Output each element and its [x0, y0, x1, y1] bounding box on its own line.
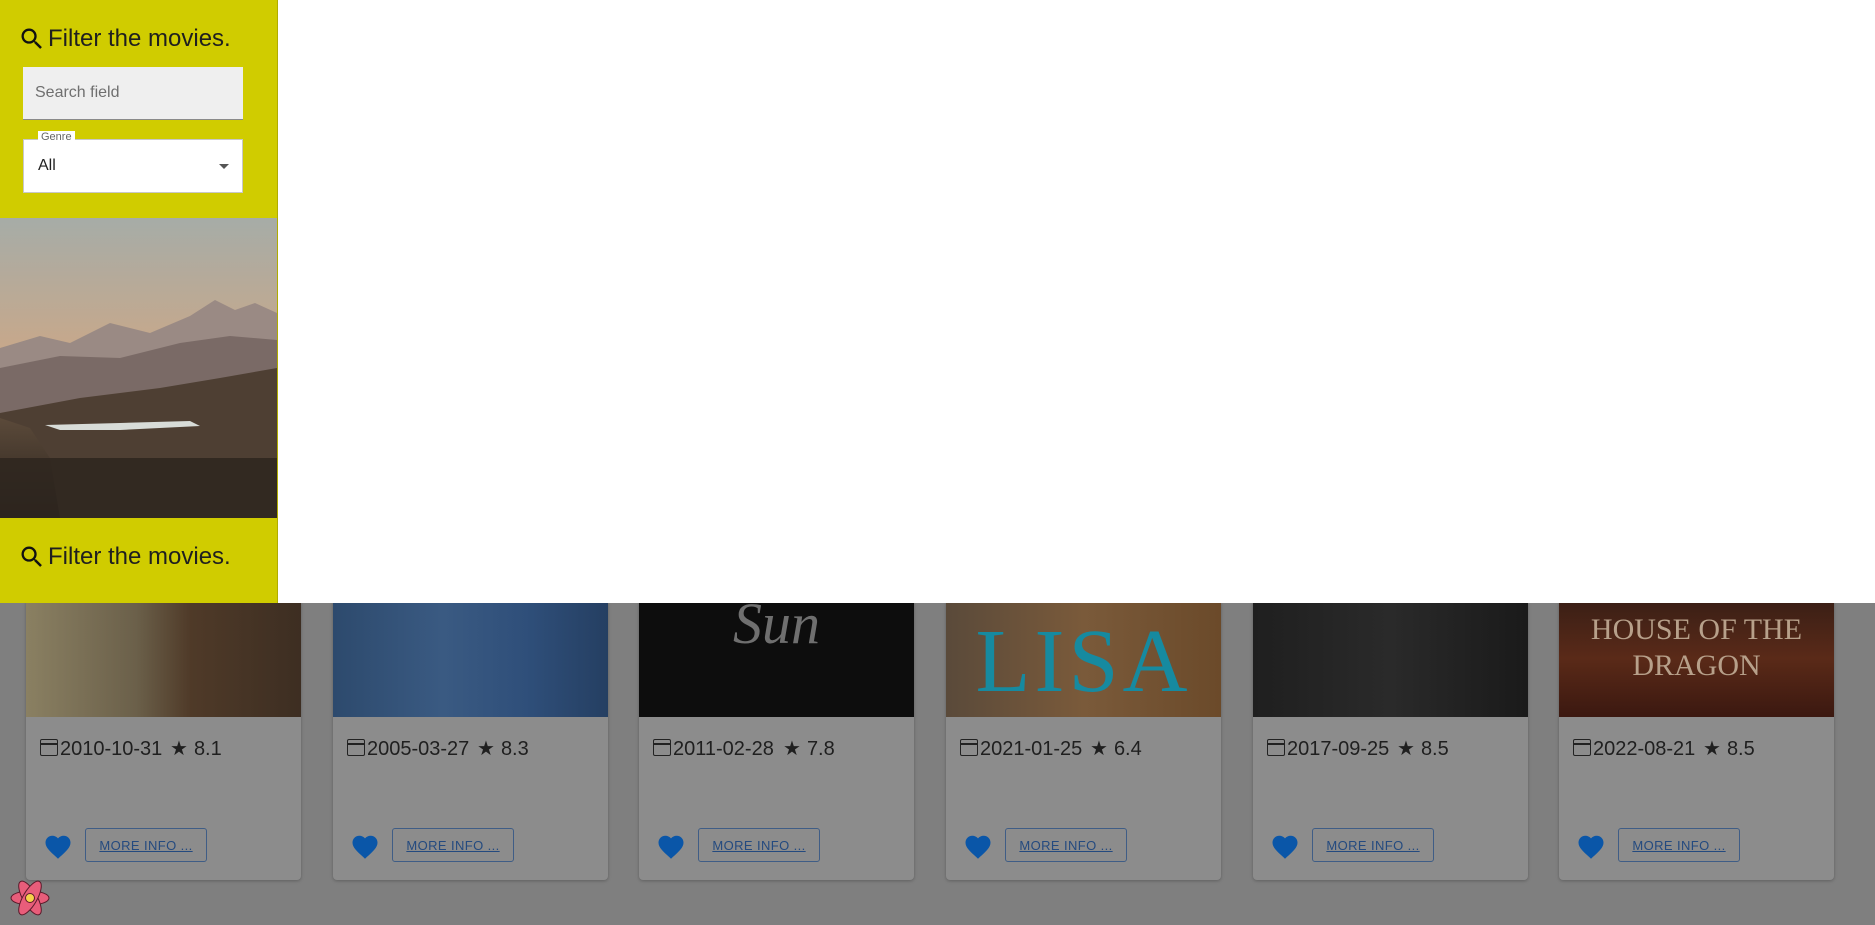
heart-icon[interactable]	[1269, 832, 1301, 862]
more-info-button[interactable]: MORE INFO ...	[1005, 828, 1127, 862]
more-info-button[interactable]: MORE INFO ...	[1312, 828, 1434, 862]
movie-poster[interactable]: LISA	[946, 600, 1221, 717]
movie-card: Sun 2011-02-28 ★ 7.8 MORE INFO ...	[639, 600, 914, 880]
star-icon: ★	[1703, 738, 1721, 760]
search-input[interactable]	[23, 67, 243, 120]
release-date: 2005-03-27	[367, 738, 470, 760]
filter-header-bottom: Filter the movies.	[18, 535, 231, 571]
calendar-icon	[653, 739, 671, 756]
rating-value: 8.5	[1420, 738, 1449, 760]
calendar-icon	[1573, 739, 1591, 756]
heart-icon[interactable]	[655, 832, 687, 862]
movie-card: 2017-09-25 ★ 8.5 MORE INFO ...	[1253, 600, 1528, 880]
calendar-icon	[347, 739, 365, 756]
more-info-button[interactable]: MORE INFO ...	[1618, 828, 1740, 862]
movie-poster[interactable]	[333, 600, 608, 717]
movie-meta: 2011-02-28 ★ 7.8	[653, 734, 903, 765]
movie-meta: 2010-10-31 ★ 8.1	[40, 734, 290, 765]
movie-meta: 2005-03-27 ★ 8.3	[347, 734, 597, 765]
search-icon	[21, 546, 42, 567]
release-date: 2010-10-31	[60, 738, 163, 760]
rating-value: 8.5	[1726, 738, 1755, 760]
star-icon: ★	[1397, 738, 1415, 760]
movie-card: LISA 2021-01-25 ★ 6.4 MORE INFO ...	[946, 600, 1221, 880]
movie-meta: 2022-08-21 ★ 8.5	[1573, 734, 1823, 765]
rating-value: 8.1	[193, 738, 222, 760]
poster-title: LISA	[975, 612, 1192, 711]
movie-poster[interactable]: HOUSE OF THE DRAGON	[1559, 600, 1834, 717]
more-info-button[interactable]: MORE INFO ...	[698, 828, 820, 862]
movie-poster[interactable]	[1253, 600, 1528, 717]
poster-title: HOUSE OF THE DRAGON	[1590, 613, 1803, 682]
rating-value: 7.8	[806, 738, 835, 760]
release-date: 2022-08-21	[1593, 738, 1696, 760]
landscape-image	[0, 218, 277, 518]
filter-sidebar: Filter the movies. Genre All	[0, 0, 278, 603]
heart-icon[interactable]	[1575, 832, 1607, 862]
poster-title: Sun	[733, 600, 820, 656]
movie-card: 2005-03-27 ★ 8.3 MORE INFO ...	[333, 600, 608, 880]
heart-icon[interactable]	[962, 832, 994, 862]
genre-select[interactable]: Genre All	[23, 131, 243, 193]
genre-label: Genre	[38, 131, 75, 143]
more-info-button[interactable]: MORE INFO ...	[85, 828, 207, 862]
rating-value: 8.3	[500, 738, 529, 760]
calendar-icon	[1267, 739, 1285, 756]
movie-poster[interactable]: Sun	[639, 600, 914, 717]
more-info-button[interactable]: MORE INFO ...	[392, 828, 514, 862]
heart-icon[interactable]	[42, 832, 74, 862]
movie-poster[interactable]	[26, 600, 301, 717]
filter-modal: Filter the movies. Genre All	[0, 0, 1875, 603]
heart-icon[interactable]	[349, 832, 381, 862]
react-logo-icon[interactable]	[9, 877, 51, 919]
filter-title: Filter the movies.	[48, 25, 231, 52]
filter-title-bottom: Filter the movies.	[48, 543, 231, 570]
release-date: 2017-09-25	[1287, 738, 1390, 760]
movie-meta: 2017-09-25 ★ 8.5	[1267, 734, 1517, 765]
release-date: 2011-02-28	[673, 738, 774, 760]
star-icon: ★	[477, 738, 495, 760]
star-icon: ★	[1090, 738, 1108, 760]
rating-value: 6.4	[1113, 738, 1142, 760]
release-date: 2021-01-25	[980, 738, 1083, 760]
movie-meta: 2021-01-25 ★ 6.4	[960, 734, 1210, 765]
movie-card: 2010-10-31 ★ 8.1 MORE INFO ...	[26, 600, 301, 880]
chevron-down-icon	[219, 164, 229, 169]
star-icon: ★	[783, 738, 801, 760]
genre-value: All	[38, 157, 56, 174]
movie-card: HOUSE OF THE DRAGON 2022-08-21 ★ 8.5 MORE …	[1559, 600, 1834, 880]
calendar-icon	[40, 739, 58, 756]
star-icon: ★	[170, 738, 188, 760]
filter-header: Filter the movies.	[18, 17, 231, 53]
search-icon	[21, 28, 42, 49]
calendar-icon	[960, 739, 978, 756]
